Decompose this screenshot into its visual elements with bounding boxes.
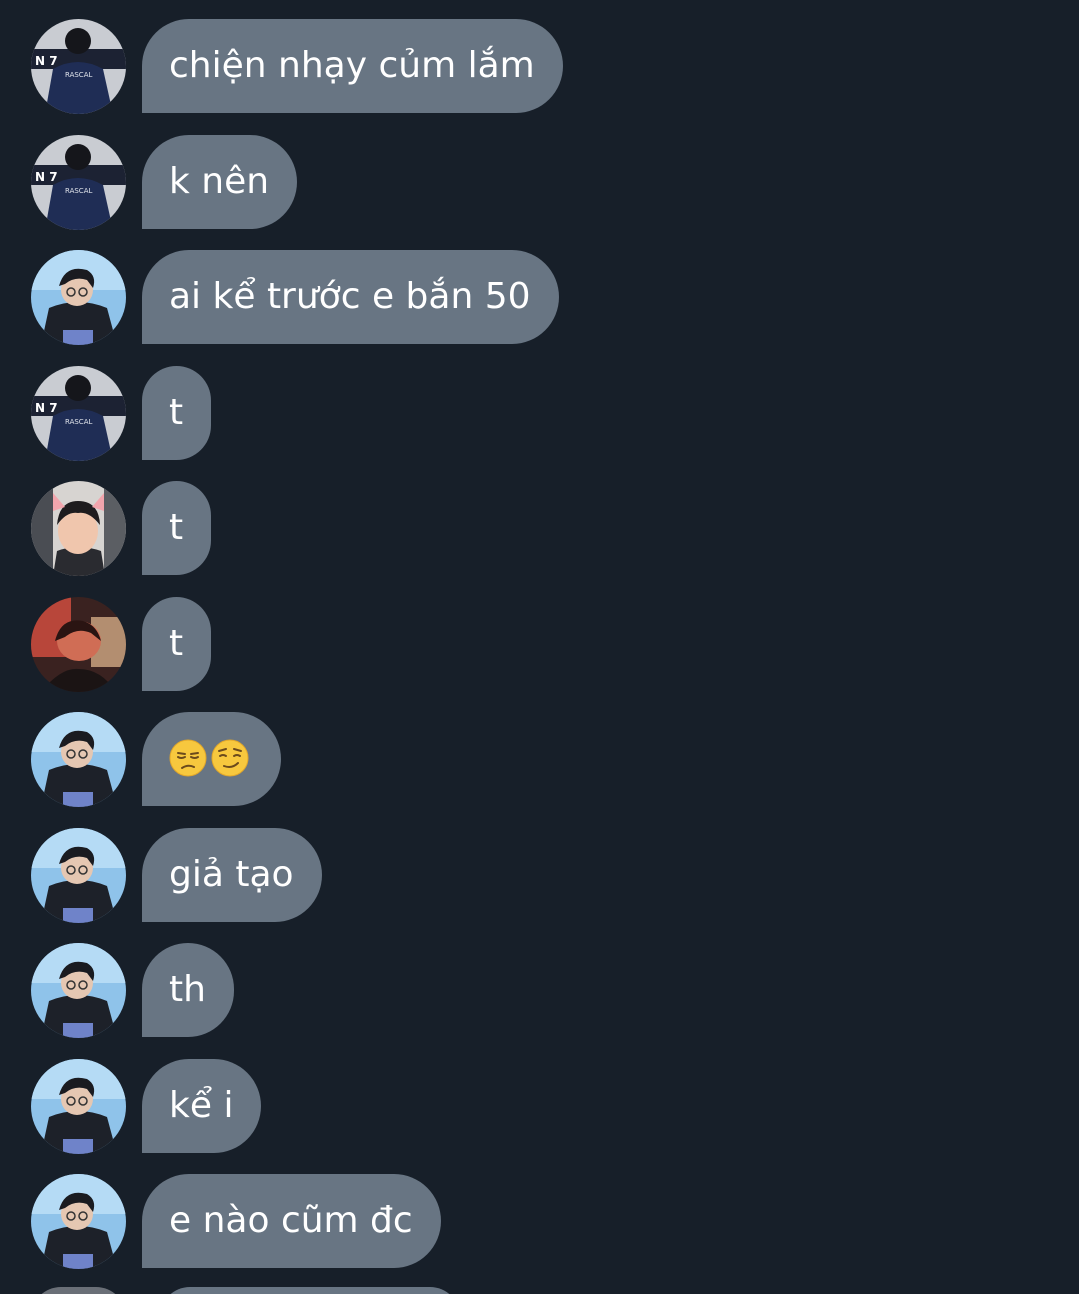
- message-text: chiện nhạy củm lắm: [169, 45, 535, 86]
- message-row: th: [0, 943, 234, 1039]
- message-text: kể i: [169, 1085, 234, 1126]
- rascal-jacket-avatar[interactable]: N 7 RASCAL: [31, 19, 126, 114]
- rascal-jacket-avatar[interactable]: N 7 RASCAL: [31, 366, 126, 461]
- glasses-blue-avatar[interactable]: [31, 943, 126, 1038]
- message-bubble[interactable]: e nào cũm đc: [142, 1174, 441, 1268]
- message-bubble[interactable]: giả tạo: [142, 828, 322, 922]
- message-row: e nào cũm đc: [0, 1174, 441, 1270]
- svg-text:RASCAL: RASCAL: [65, 187, 92, 195]
- red-light-avatar[interactable]: [31, 597, 126, 692]
- svg-text:N 7: N 7: [35, 401, 58, 415]
- message-bubble[interactable]: [142, 712, 281, 806]
- message-bubble[interactable]: kể i: [142, 1059, 262, 1153]
- message-row: N 7 RASCAL t: [0, 366, 212, 462]
- message-row: [0, 712, 290, 808]
- message-bubble[interactable]: chiện nhạy củm lắm: [142, 19, 563, 113]
- message-row: ai kể trước e bắn 50: [0, 250, 559, 346]
- chat-message-list: N 7 RASCAL chiện nhạy củm lắm N 7 RASCAL…: [0, 0, 1079, 1294]
- message-text: ai kể trước e bắn 50: [169, 276, 531, 317]
- unamused-face-emoji: [169, 739, 207, 777]
- message-bubble[interactable]: th: [142, 943, 234, 1037]
- message-bubble[interactable]: t: [142, 366, 212, 460]
- message-row: giả tạo: [0, 828, 322, 924]
- message-text: t: [169, 623, 184, 664]
- smirking-face-emoji: [211, 739, 249, 777]
- glasses-blue-avatar[interactable]: [31, 1059, 126, 1154]
- partial-avatar[interactable]: [31, 1287, 126, 1294]
- message-bubble[interactable]: k nên: [142, 135, 298, 229]
- message-bubble[interactable]: t: [142, 481, 212, 575]
- message-row: t: [0, 597, 212, 693]
- message-row: N 7 RASCAL chiện nhạy củm lắm: [0, 19, 563, 115]
- message-text: e nào cũm đc: [169, 1200, 413, 1241]
- svg-text:N 7: N 7: [35, 170, 58, 184]
- message-bubble[interactable]: t: [142, 597, 212, 691]
- message-text: t: [169, 507, 184, 548]
- rascal-jacket-avatar[interactable]: N 7 RASCAL: [31, 135, 126, 230]
- svg-text:RASCAL: RASCAL: [65, 418, 92, 426]
- svg-text:RASCAL: RASCAL: [65, 71, 92, 79]
- glasses-blue-avatar[interactable]: [31, 712, 126, 807]
- glasses-blue-avatar[interactable]: [31, 828, 126, 923]
- message-text: t: [169, 392, 184, 433]
- partial-message-bubble[interactable]: [160, 1287, 460, 1294]
- message-row: N 7 RASCAL k nên: [0, 135, 298, 231]
- svg-text:N 7: N 7: [35, 54, 58, 68]
- message-row: t: [0, 481, 212, 577]
- message-text: th: [169, 969, 206, 1010]
- message-text: k nên: [169, 161, 270, 202]
- message-bubble[interactable]: ai kể trước e bắn 50: [142, 250, 559, 344]
- message-row: kể i: [0, 1059, 262, 1155]
- glasses-blue-avatar[interactable]: [31, 250, 126, 345]
- message-text: giả tạo: [169, 854, 294, 895]
- glasses-blue-avatar[interactable]: [31, 1174, 126, 1269]
- cat-ears-avatar[interactable]: [31, 481, 126, 576]
